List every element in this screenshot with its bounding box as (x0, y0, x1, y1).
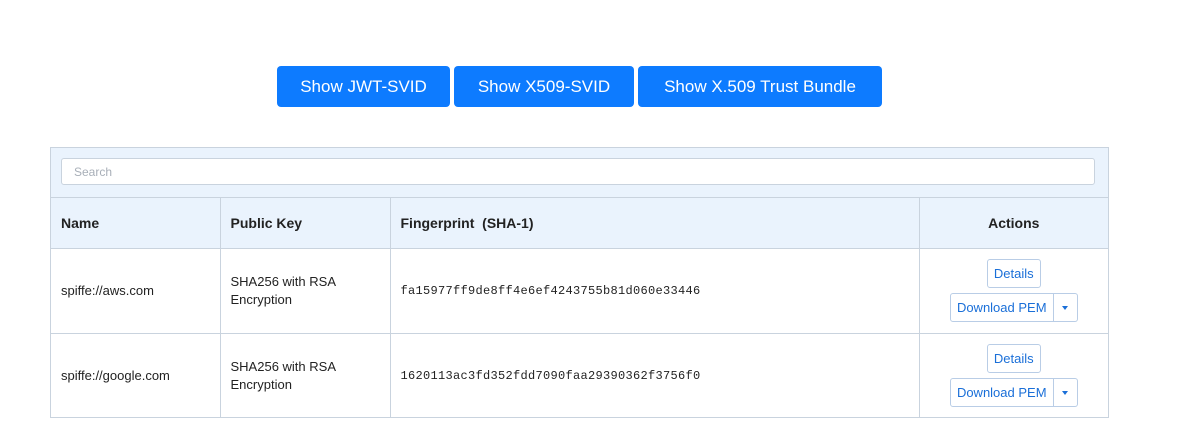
show-jwt-svid-button[interactable]: Show JWT-SVID (277, 66, 450, 107)
cell-actions: Details Download PEM (919, 248, 1108, 333)
action-toolbar: Show JWT-SVID Show X509-SVID Show X.509 … (277, 66, 882, 107)
caret-down-icon (1062, 390, 1069, 395)
table-row: spiffe://google.com SHA256 with RSA Encr… (51, 332, 1108, 418)
cell-public-key: SHA256 with RSA Encryption (220, 248, 391, 333)
cell-public-key: SHA256 with RSA Encryption (220, 332, 391, 418)
column-header-actions: Actions (919, 198, 1108, 249)
download-options-toggle[interactable] (1053, 378, 1078, 408)
caret-down-icon (1062, 305, 1069, 310)
show-x509-svid-button[interactable]: Show X509-SVID (454, 66, 634, 107)
table-row: spiffe://aws.com SHA256 with RSA Encrypt… (51, 248, 1108, 333)
search-input[interactable] (61, 158, 1095, 185)
download-pem-split-button: Download PEM (949, 293, 1078, 322)
cell-name: spiffe://google.com (51, 332, 221, 418)
cell-actions: Details Download PEM (919, 332, 1108, 418)
details-button[interactable]: Details (986, 344, 1041, 374)
column-header-fingerprint[interactable]: Fingerprint (SHA-1) (390, 198, 920, 249)
details-button[interactable]: Details (986, 259, 1041, 288)
trust-bundle-table-card: Name Public Key Fingerprint (SHA-1) Acti… (50, 147, 1109, 418)
trust-bundle-table: Name Public Key Fingerprint (SHA-1) Acti… (51, 198, 1108, 418)
cell-name: spiffe://aws.com (51, 248, 221, 333)
show-trust-bundle-button[interactable]: Show X.509 Trust Bundle (638, 66, 882, 107)
column-header-public-key[interactable]: Public Key (220, 198, 391, 249)
cell-fingerprint: fa15977ff9de8ff4e6ef4243755b81d060e33446 (390, 248, 920, 333)
download-options-toggle[interactable] (1053, 293, 1078, 322)
download-pem-button[interactable]: Download PEM (949, 293, 1054, 322)
search-bar (51, 148, 1108, 198)
download-pem-split-button: Download PEM (949, 378, 1078, 408)
download-pem-button[interactable]: Download PEM (949, 378, 1054, 408)
table-header-row: Name Public Key Fingerprint (SHA-1) Acti… (51, 198, 1108, 249)
cell-fingerprint: 1620113ac3fd352fdd7090faa29390362f3756f0 (390, 332, 920, 418)
column-header-name[interactable]: Name (51, 198, 221, 249)
